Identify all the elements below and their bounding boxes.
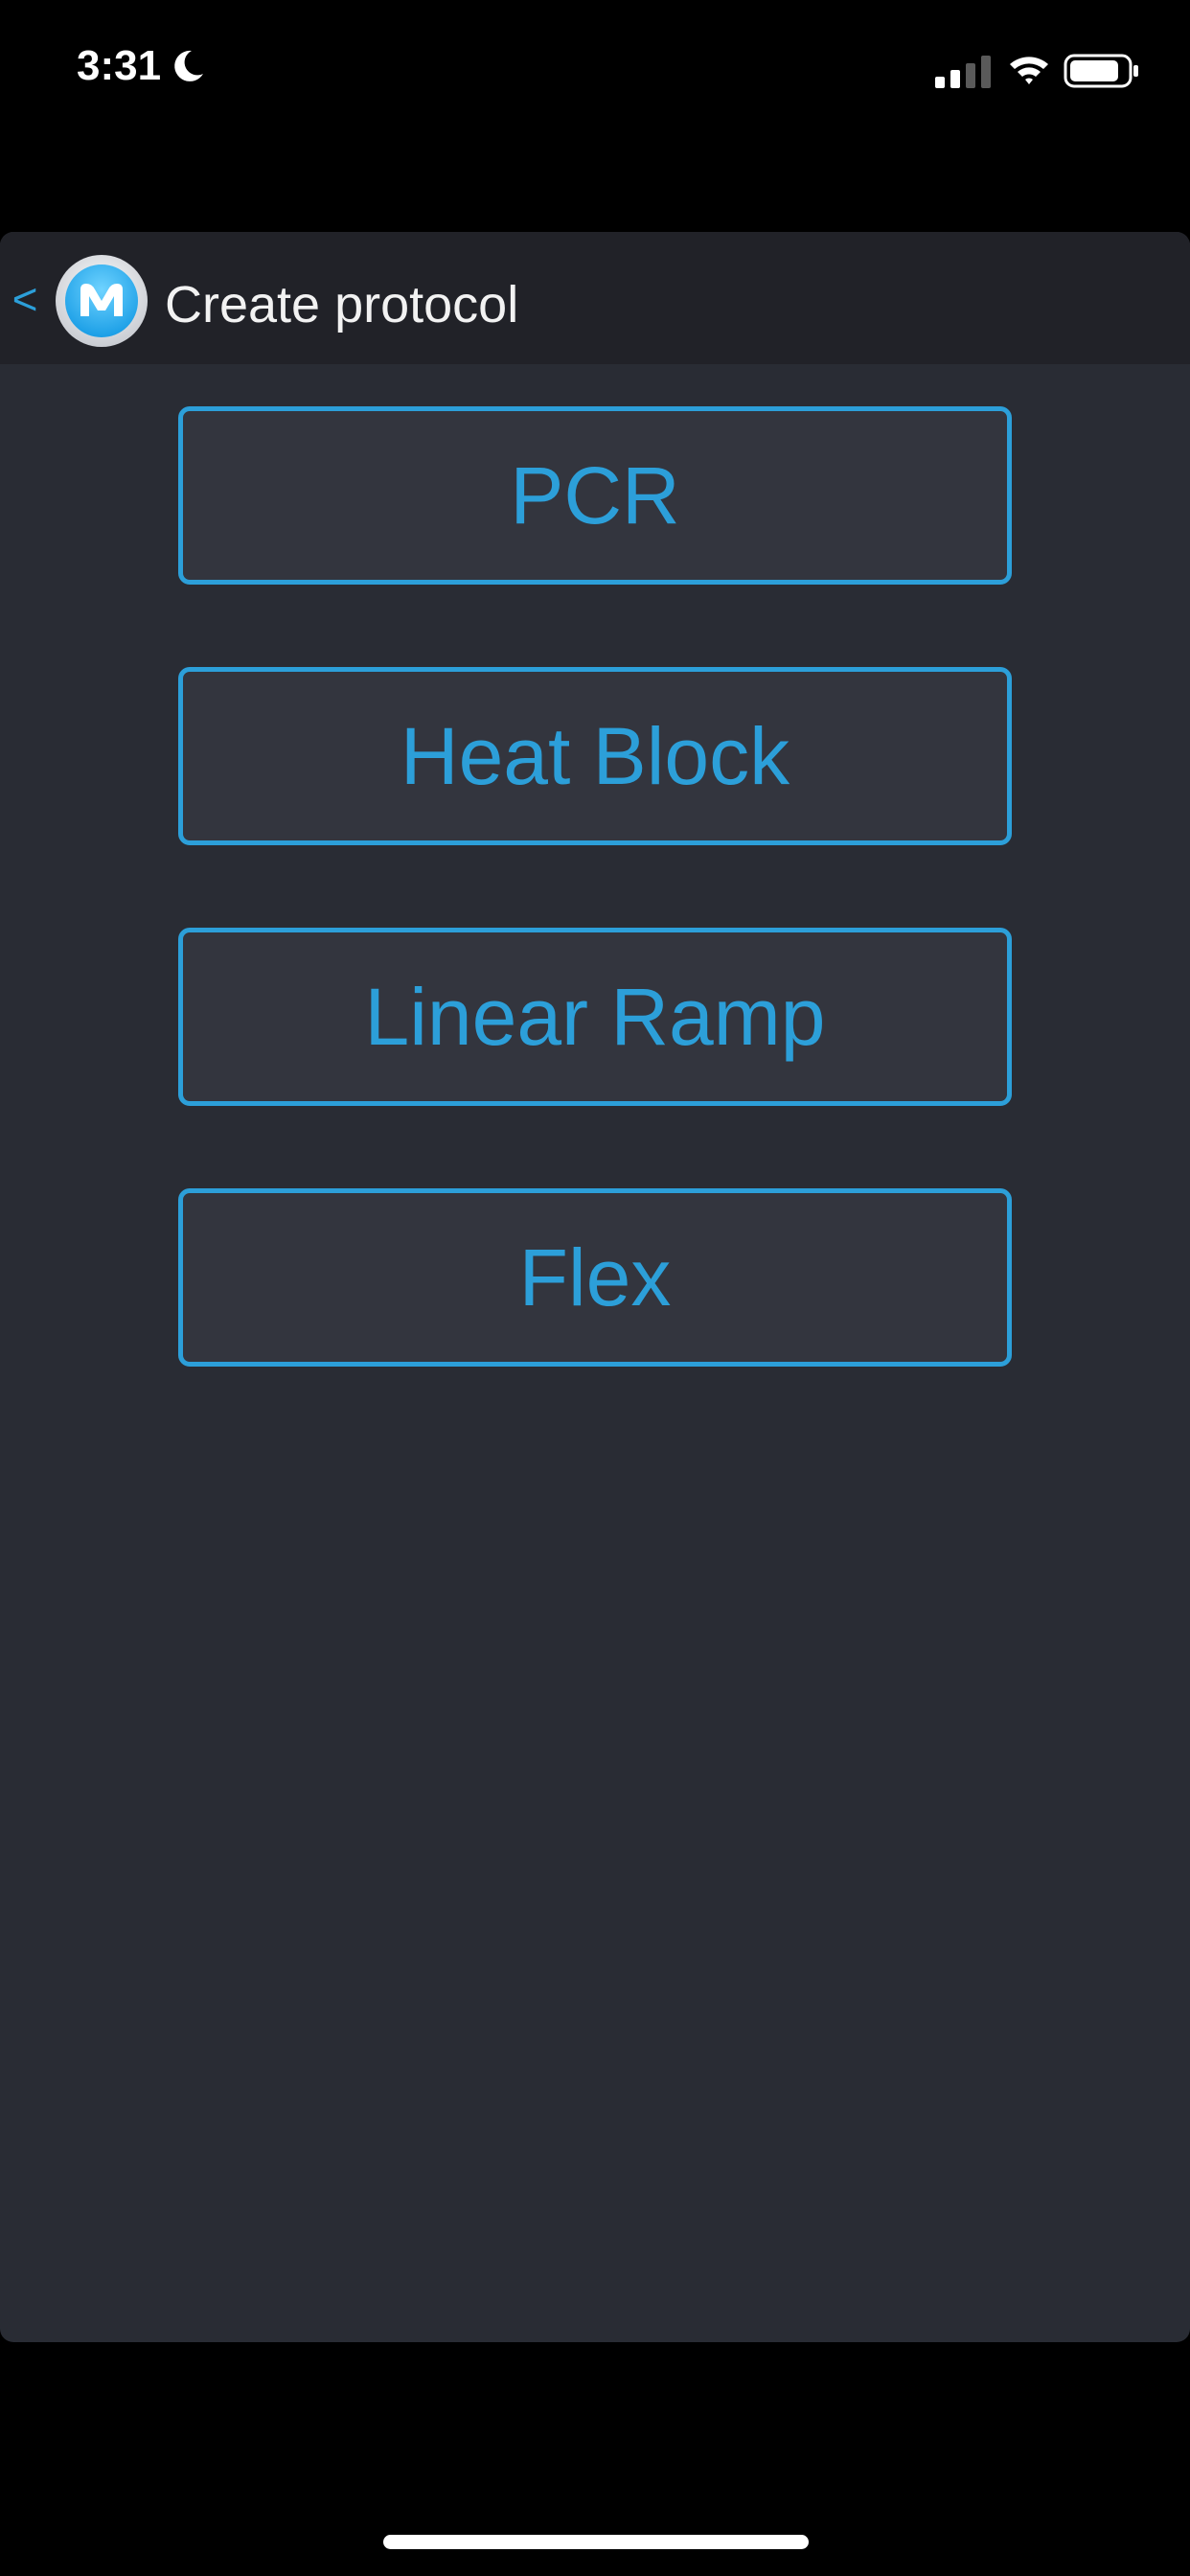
status-bar: 3:31 [0, 0, 1190, 144]
app-logo-icon [56, 255, 148, 347]
signal-icon [935, 56, 991, 88]
home-indicator[interactable] [383, 2535, 809, 2549]
heat-block-button[interactable]: Heat Block [178, 667, 1012, 845]
app-header: < Create protocol [0, 232, 1190, 364]
status-time: 3:31 [77, 42, 207, 90]
back-button[interactable]: < [0, 261, 50, 337]
page-title: Create protocol [165, 276, 519, 334]
app-panel: < Create protocol PCR Heat Block Linear … [0, 232, 1190, 2342]
linear-ramp-button[interactable]: Linear Ramp [178, 928, 1012, 1106]
pcr-button[interactable]: PCR [178, 406, 1012, 585]
battery-icon [1064, 54, 1138, 88]
moon-icon [174, 50, 204, 81]
wifi-icon [1010, 57, 1048, 84]
flex-button[interactable]: Flex [178, 1188, 1012, 1367]
status-time-text: 3:31 [77, 42, 162, 89]
protocol-options: PCR Heat Block Linear Ramp Flex [178, 406, 1012, 1449]
